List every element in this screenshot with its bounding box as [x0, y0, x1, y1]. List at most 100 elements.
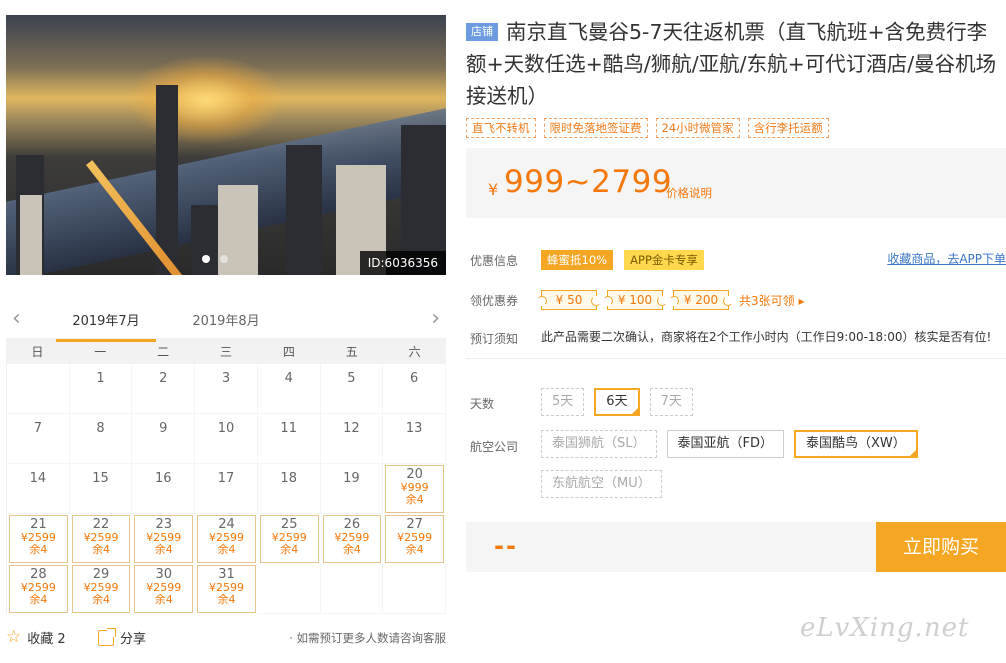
calendar-day: 4	[257, 364, 321, 414]
share-label: 分享	[120, 632, 147, 647]
calendar-day: 2	[132, 364, 196, 414]
day-number: 24	[218, 517, 235, 532]
calendar-day[interactable]: 26 ¥2599 余4	[322, 515, 382, 563]
calendar-day: 16	[132, 464, 196, 514]
tab-month-july[interactable]: 2019年7月	[56, 310, 156, 342]
day-number: 22	[92, 517, 110, 532]
product-photo[interactable]: ID:6036356	[6, 15, 446, 275]
calendar-day[interactable]: 23 ¥2599 余4	[134, 515, 194, 563]
promo-label: 优惠信息	[470, 254, 519, 268]
day-number: 17	[217, 471, 235, 486]
day-number: 27	[406, 517, 423, 532]
weekday-label: 四	[282, 344, 295, 359]
calendar-day: 11	[257, 414, 321, 464]
booking-notice: 此产品需要二次确认，商家将在2个工作小时内（工作日9:00-18:00）核实是否…	[541, 330, 992, 344]
day-stock: 余4	[29, 543, 48, 556]
shop-badge[interactable]: 店铺	[466, 23, 498, 41]
days-option-6[interactable]: 6天	[594, 388, 640, 416]
favorite-label: 收藏 2	[27, 632, 66, 647]
contact-note: · 如需预订更多人数请咨询客服	[289, 631, 446, 645]
day-stock: 余4	[154, 543, 173, 556]
calendar-day: 5	[320, 364, 384, 414]
favorite-app-link[interactable]: 收藏商品，去APP下单	[887, 250, 1006, 267]
price-explanation-link[interactable]: 价格说明	[666, 185, 712, 201]
calendar-empty-cell	[320, 564, 384, 614]
calendar-day[interactable]: 20 ¥999 余4	[385, 465, 444, 513]
tab-month-august[interactable]: 2019年8月	[176, 310, 276, 329]
coupon-item[interactable]: ¥ 100	[603, 290, 667, 310]
day-number: 6	[410, 371, 419, 386]
price-box: ¥ 999~2799 价格说明	[466, 148, 1006, 218]
day-number: 5	[347, 371, 356, 386]
airline-option-sl[interactable]: 泰国狮航（SL）	[541, 430, 657, 458]
star-icon: ☆	[6, 627, 22, 647]
buy-now-button[interactable]: 立即购买	[876, 522, 1006, 572]
day-number: 16	[155, 471, 172, 486]
calendar-day[interactable]: 30 ¥2599 余4	[134, 565, 194, 613]
calendar-day: 10	[195, 414, 258, 464]
buy-bar: -- 立即购买	[466, 522, 1006, 572]
calendar-day[interactable]: 31 ¥2599 余4	[197, 565, 256, 613]
next-month-icon[interactable]: ›	[431, 308, 440, 330]
calendar-day[interactable]: 27 ¥2599 余4	[385, 515, 444, 563]
calendar-day: 14	[7, 464, 70, 514]
total-price: --	[494, 532, 518, 560]
airline-option-fd[interactable]: 泰国亚航（FD）	[666, 430, 784, 458]
airline-option-mu[interactable]: 东航航空（MU）	[541, 470, 662, 498]
favorite-button[interactable]: ☆ 收藏 2	[6, 627, 66, 648]
divider	[466, 358, 1006, 359]
calendar-day[interactable]: 28 ¥2599 余4	[9, 565, 68, 613]
days-option-7[interactable]: 7天	[649, 388, 693, 416]
prev-month-icon[interactable]: ‹	[12, 308, 21, 330]
calendar-day[interactable]: 22 ¥2599 余4	[71, 515, 131, 563]
weekday-label: 一	[94, 344, 107, 359]
day-stock: 余4	[29, 593, 48, 606]
coupon-label: 领优惠券	[470, 294, 519, 308]
day-number: 23	[155, 517, 173, 532]
currency-symbol: ¥	[488, 180, 499, 199]
day-number: 30	[155, 567, 173, 582]
product-title-block: 店铺 南京直飞曼谷5-7天往返机票（直飞航班+含免费行李额+天数任选+酷鸟/狮航/…	[466, 16, 1006, 112]
calendar-grid: 1 2 3 4 5 6 7 8 9 10 11 12 13 14 15 16 17 18 19 20 ¥999 余4 21 ¥…	[6, 364, 446, 614]
calendar-day: 15	[69, 464, 133, 514]
coupon-list: ¥ 50 ¥ 100 ¥ 200 共3张可领 ▸	[537, 290, 804, 310]
sunset-glow	[126, 55, 286, 145]
watermark: eLvXing.net	[800, 613, 970, 643]
day-number: 31	[218, 567, 235, 582]
coupon-item[interactable]: ¥ 50	[537, 290, 601, 310]
airline-label: 航空公司	[470, 440, 519, 454]
day-stock: 余4	[342, 543, 361, 556]
day-number: 11	[280, 421, 297, 436]
carousel-dot[interactable]	[220, 255, 228, 263]
calendar-header: ‹ 2019年7月 2019年8月 ›	[6, 300, 446, 342]
weekday-label: 六	[408, 344, 421, 359]
share-button[interactable]: 分享	[98, 627, 147, 647]
day-number: 4	[284, 371, 293, 386]
calendar-day: 9	[132, 414, 196, 464]
coupon-item[interactable]: ¥ 200	[669, 290, 733, 310]
calendar-day[interactable]: 21 ¥2599 余4	[9, 515, 68, 563]
day-number: 15	[92, 471, 109, 486]
calendar-day: 19	[320, 464, 384, 514]
day-stock: 余4	[92, 593, 111, 606]
feature-tags: 直飞不转机 限时免落地签证费 24小时微管家 含行李托运额	[466, 118, 829, 138]
calendar-day[interactable]: 24 ¥2599 余4	[197, 515, 256, 563]
calendar-day[interactable]: 25 ¥2599 余4	[259, 515, 319, 563]
day-number: 26	[343, 517, 361, 532]
days-option-5[interactable]: 5天	[541, 388, 585, 416]
promo-tag: APP金卡专享	[624, 250, 704, 270]
day-number: 7	[33, 421, 42, 436]
weekday-label: 二	[157, 344, 170, 359]
carousel-dot[interactable]	[202, 255, 210, 263]
calendar-day: 7	[7, 414, 70, 464]
day-stock: 余4	[280, 543, 299, 556]
airline-option-xw[interactable]: 泰国酷鸟（XW）	[794, 430, 918, 458]
day-number: 20	[406, 467, 423, 482]
days-options: 5天 6天 7天	[541, 388, 693, 416]
booking-label: 预订须知	[470, 332, 519, 346]
coupon-more-link[interactable]: 共3张可领 ▸	[739, 292, 804, 309]
day-number: 14	[29, 471, 47, 486]
price-calendar: ‹ 2019年7月 2019年8月 › 日 一 二 三 四 五 六 123456…	[6, 300, 446, 614]
day-number: 28	[30, 567, 47, 582]
calendar-day[interactable]: 29 ¥2599 余4	[71, 565, 131, 613]
